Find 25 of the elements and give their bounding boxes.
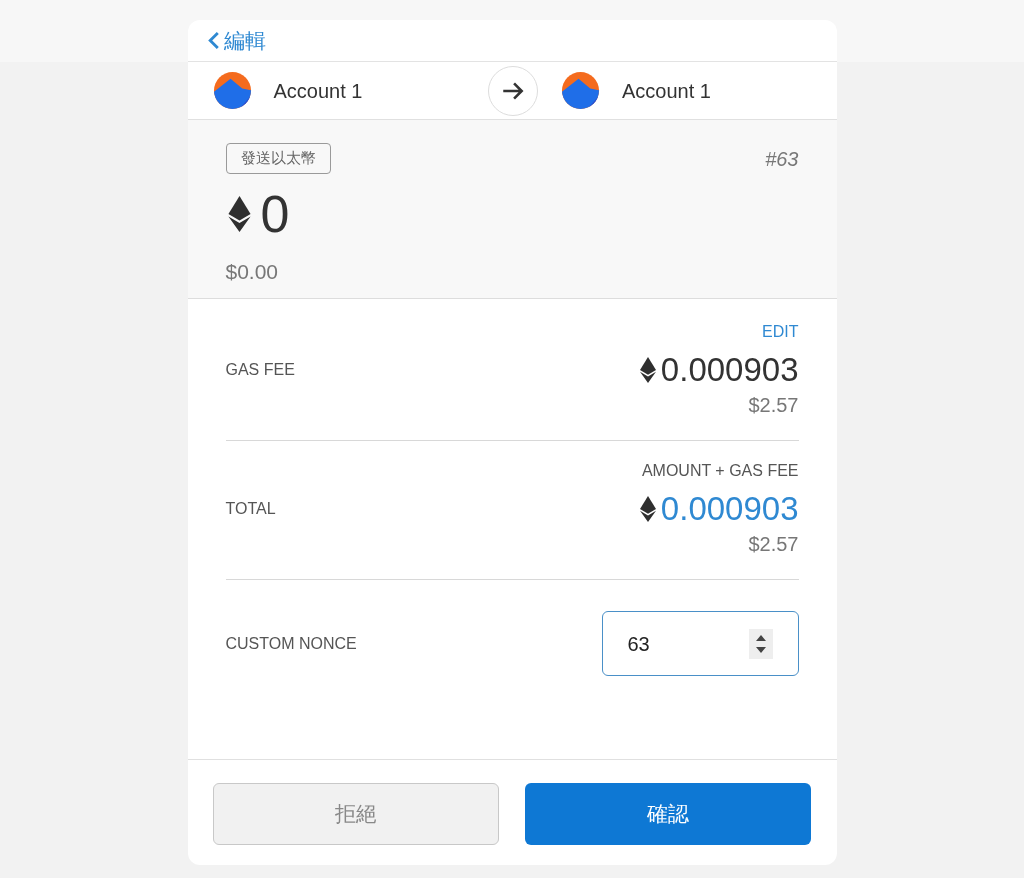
nonce-input[interactable]: 63: [601, 611, 799, 676]
account-name: Account 1: [622, 78, 711, 104]
reject-button[interactable]: 拒絕: [212, 783, 499, 845]
avatar-icon: [561, 71, 600, 110]
fiat-amount: $2.57: [748, 393, 799, 418]
custom-nonce-label: CUSTOM NONCE: [225, 633, 357, 654]
gas-fee-amount: 0.000903: [660, 352, 799, 388]
gas-fee-label: GAS FEE: [225, 360, 295, 380]
avatar-icon: [212, 71, 252, 110]
send-amount: 0: [260, 188, 290, 240]
confirm-button[interactable]: 確認: [524, 783, 811, 845]
action-tag: 發送以太幣: [225, 143, 331, 174]
total-label: TOTAL: [225, 499, 276, 519]
total-amount: 0.000903: [660, 491, 799, 527]
total-note: AMOUNT + GAS FEE: [641, 461, 799, 481]
fiat-amount: $0.00: [225, 259, 280, 285]
account-name: Account 1: [273, 78, 363, 104]
ethereum-icon: [638, 496, 657, 522]
fiat-amount: $2.57: [748, 532, 799, 557]
spinner-arrows-icon[interactable]: [748, 628, 773, 659]
ethereum-icon: [638, 357, 657, 383]
nonce-number: #63: [765, 147, 799, 172]
back-link[interactable]: 編輯: [207, 24, 266, 57]
chevron-left-icon: [207, 31, 220, 50]
edit-link[interactable]: EDIT: [762, 320, 799, 344]
